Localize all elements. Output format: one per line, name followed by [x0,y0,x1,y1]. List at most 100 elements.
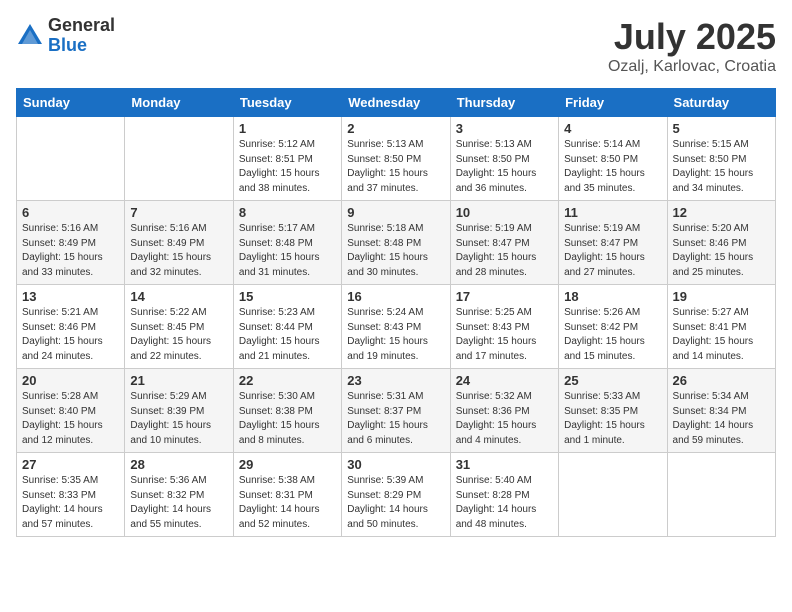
day-number: 18 [564,289,661,304]
day-number: 9 [347,205,444,220]
day-number: 16 [347,289,444,304]
day-info: Sunrise: 5:28 AM Sunset: 8:40 PM Dayligh… [22,390,119,448]
day-number: 31 [456,457,553,472]
day-number: 2 [347,121,444,136]
calendar-table: SundayMondayTuesdayWednesdayThursdayFrid… [16,88,776,537]
day-number: 24 [456,373,553,388]
day-info: Sunrise: 5:33 AM Sunset: 8:35 PM Dayligh… [564,390,661,448]
calendar-cell: 23 Sunrise: 5:31 AM Sunset: 8:37 PM Dayli… [342,369,450,453]
day-info: Sunrise: 5:34 AM Sunset: 8:34 PM Dayligh… [673,390,770,448]
day-info: Sunrise: 5:30 AM Sunset: 8:38 PM Dayligh… [239,390,336,448]
day-info: Sunrise: 5:17 AM Sunset: 8:48 PM Dayligh… [239,222,336,280]
day-number: 22 [239,373,336,388]
calendar-day-header: Tuesday [233,89,341,117]
day-number: 20 [22,373,119,388]
calendar-cell [559,453,667,537]
day-info: Sunrise: 5:22 AM Sunset: 8:45 PM Dayligh… [130,306,227,364]
day-info: Sunrise: 5:31 AM Sunset: 8:37 PM Dayligh… [347,390,444,448]
calendar-cell: 19 Sunrise: 5:27 AM Sunset: 8:41 PM Dayli… [667,285,775,369]
day-info: Sunrise: 5:14 AM Sunset: 8:50 PM Dayligh… [564,138,661,196]
calendar-cell [667,453,775,537]
calendar-cell: 25Sunrise: 5:33 AM Sunset: 8:35 PM Dayli… [559,369,667,453]
day-number: 7 [130,205,227,220]
day-info: Sunrise: 5:20 AM Sunset: 8:46 PM Dayligh… [673,222,770,280]
day-number: 14 [130,289,227,304]
calendar-cell: 3Sunrise: 5:13 AM Sunset: 8:50 PM Daylig… [450,117,558,201]
day-number: 19 [673,289,770,304]
calendar-cell: 16 Sunrise: 5:24 AM Sunset: 8:43 PM Dayli… [342,285,450,369]
day-number: 13 [22,289,119,304]
day-info: Sunrise: 5:16 AM Sunset: 8:49 PM Dayligh… [130,222,227,280]
calendar-cell: 21Sunrise: 5:29 AM Sunset: 8:39 PM Dayli… [125,369,233,453]
calendar-cell: 1 Sunrise: 5:12 AM Sunset: 8:51 PM Daylig… [233,117,341,201]
page-header: General Blue July 2025 Ozalj, Karlovac, … [16,16,776,76]
day-number: 5 [673,121,770,136]
calendar-cell: 24 Sunrise: 5:32 AM Sunset: 8:36 PM Dayli… [450,369,558,453]
day-info: Sunrise: 5:40 AM Sunset: 8:28 PM Dayligh… [456,474,553,532]
day-number: 30 [347,457,444,472]
day-info: Sunrise: 5:21 AM Sunset: 8:46 PM Dayligh… [22,306,119,364]
calendar-cell: 11Sunrise: 5:19 AM Sunset: 8:47 PM Dayli… [559,201,667,285]
day-info: Sunrise: 5:19 AM Sunset: 8:47 PM Dayligh… [456,222,553,280]
day-number: 12 [673,205,770,220]
calendar-cell: 10 Sunrise: 5:19 AM Sunset: 8:47 PM Dayli… [450,201,558,285]
calendar-cell: 4 Sunrise: 5:14 AM Sunset: 8:50 PM Daylig… [559,117,667,201]
calendar-cell: 2 Sunrise: 5:13 AM Sunset: 8:50 PM Daylig… [342,117,450,201]
day-number: 17 [456,289,553,304]
day-number: 8 [239,205,336,220]
logo-general: General [48,16,115,36]
day-number: 3 [456,121,553,136]
calendar-cell: 15Sunrise: 5:23 AM Sunset: 8:44 PM Dayli… [233,285,341,369]
logo-blue: Blue [48,36,115,56]
calendar-cell: 27 Sunrise: 5:35 AM Sunset: 8:33 PM Dayli… [17,453,125,537]
calendar-day-header: Monday [125,89,233,117]
logo-icon [16,22,44,50]
calendar-day-header: Wednesday [342,89,450,117]
calendar-cell: 29Sunrise: 5:38 AM Sunset: 8:31 PM Dayli… [233,453,341,537]
day-number: 23 [347,373,444,388]
day-info: Sunrise: 5:19 AM Sunset: 8:47 PM Dayligh… [564,222,661,280]
calendar-cell: 22 Sunrise: 5:30 AM Sunset: 8:38 PM Dayli… [233,369,341,453]
logo: General Blue [16,16,115,56]
subtitle: Ozalj, Karlovac, Croatia [608,58,776,76]
calendar-week-row: 1 Sunrise: 5:12 AM Sunset: 8:51 PM Daylig… [17,117,776,201]
day-info: Sunrise: 5:23 AM Sunset: 8:44 PM Dayligh… [239,306,336,364]
day-info: Sunrise: 5:29 AM Sunset: 8:39 PM Dayligh… [130,390,227,448]
day-info: Sunrise: 5:36 AM Sunset: 8:32 PM Dayligh… [130,474,227,532]
day-info: Sunrise: 5:12 AM Sunset: 8:51 PM Dayligh… [239,138,336,196]
calendar-cell: 7 Sunrise: 5:16 AM Sunset: 8:49 PM Daylig… [125,201,233,285]
day-number: 26 [673,373,770,388]
day-number: 27 [22,457,119,472]
calendar-day-header: Sunday [17,89,125,117]
calendar-cell: 5 Sunrise: 5:15 AM Sunset: 8:50 PM Daylig… [667,117,775,201]
day-info: Sunrise: 5:15 AM Sunset: 8:50 PM Dayligh… [673,138,770,196]
calendar-cell: 20 Sunrise: 5:28 AM Sunset: 8:40 PM Dayli… [17,369,125,453]
day-number: 6 [22,205,119,220]
day-info: Sunrise: 5:35 AM Sunset: 8:33 PM Dayligh… [22,474,119,532]
calendar-week-row: 20 Sunrise: 5:28 AM Sunset: 8:40 PM Dayli… [17,369,776,453]
day-number: 1 [239,121,336,136]
calendar-cell [17,117,125,201]
day-number: 10 [456,205,553,220]
day-info: Sunrise: 5:18 AM Sunset: 8:48 PM Dayligh… [347,222,444,280]
day-info: Sunrise: 5:38 AM Sunset: 8:31 PM Dayligh… [239,474,336,532]
calendar-cell: 6Sunrise: 5:16 AM Sunset: 8:49 PM Daylig… [17,201,125,285]
day-info: Sunrise: 5:39 AM Sunset: 8:29 PM Dayligh… [347,474,444,532]
calendar-header-row: SundayMondayTuesdayWednesdayThursdayFrid… [17,89,776,117]
day-number: 4 [564,121,661,136]
day-info: Sunrise: 5:26 AM Sunset: 8:42 PM Dayligh… [564,306,661,364]
calendar-cell [125,117,233,201]
day-info: Sunrise: 5:32 AM Sunset: 8:36 PM Dayligh… [456,390,553,448]
calendar-cell: 28 Sunrise: 5:36 AM Sunset: 8:32 PM Dayli… [125,453,233,537]
day-info: Sunrise: 5:13 AM Sunset: 8:50 PM Dayligh… [347,138,444,196]
calendar-cell: 31 Sunrise: 5:40 AM Sunset: 8:28 PM Dayli… [450,453,558,537]
calendar-cell: 9 Sunrise: 5:18 AM Sunset: 8:48 PM Daylig… [342,201,450,285]
day-info: Sunrise: 5:24 AM Sunset: 8:43 PM Dayligh… [347,306,444,364]
day-number: 28 [130,457,227,472]
calendar-cell: 30 Sunrise: 5:39 AM Sunset: 8:29 PM Dayli… [342,453,450,537]
day-info: Sunrise: 5:25 AM Sunset: 8:43 PM Dayligh… [456,306,553,364]
calendar-cell: 12 Sunrise: 5:20 AM Sunset: 8:46 PM Dayli… [667,201,775,285]
day-info: Sunrise: 5:27 AM Sunset: 8:41 PM Dayligh… [673,306,770,364]
calendar-day-header: Friday [559,89,667,117]
calendar-cell: 26 Sunrise: 5:34 AM Sunset: 8:34 PM Dayli… [667,369,775,453]
